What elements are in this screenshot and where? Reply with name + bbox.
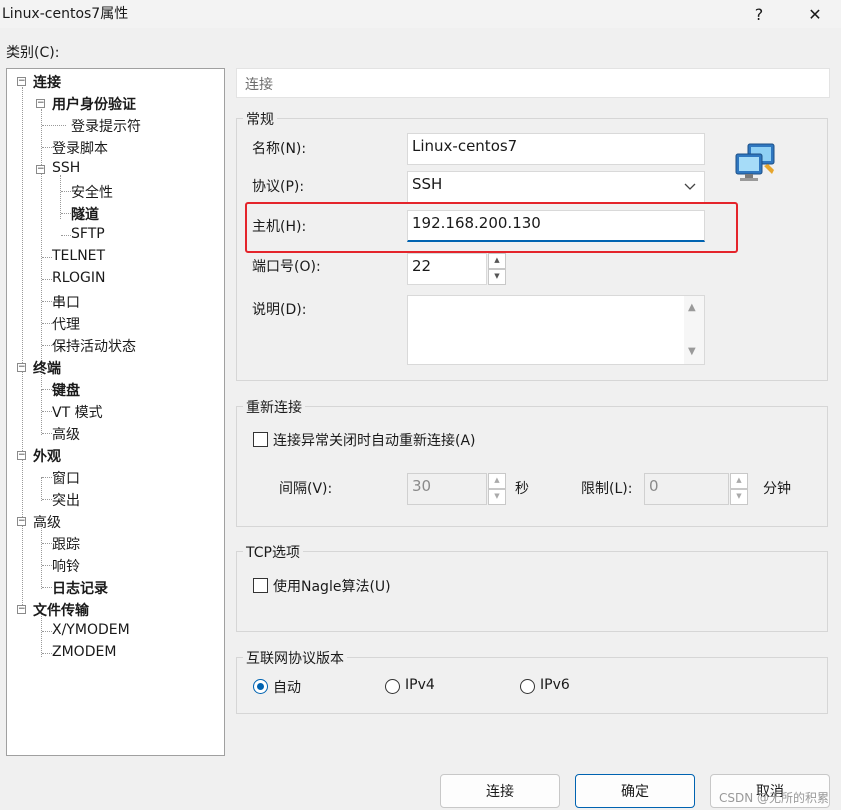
auto-reconnect-label[interactable]: 连接异常关闭时自动重新连接(A) xyxy=(273,430,476,450)
ipv6-radio[interactable] xyxy=(520,679,535,694)
close-button[interactable]: ✕ xyxy=(792,0,838,28)
general-group-title: 常规 xyxy=(243,109,277,129)
tree-item-trace[interactable]: 跟踪 xyxy=(52,534,80,554)
tree-item-serial[interactable]: 串口 xyxy=(52,292,80,312)
host-highlight-box xyxy=(245,202,738,253)
tree-item-window[interactable]: 窗口 xyxy=(52,468,80,488)
collapse-appearance-icon[interactable]: − xyxy=(17,451,26,460)
tree-item-advanced[interactable]: 高级 xyxy=(33,512,61,532)
tree-item-ssh[interactable]: SSH xyxy=(52,160,80,176)
close-icon: ✕ xyxy=(808,4,822,24)
window-title: Linux-centos7属性 xyxy=(2,6,129,22)
collapse-ssh-icon[interactable]: − xyxy=(36,165,45,174)
tree-item-security[interactable]: 安全性 xyxy=(71,182,113,202)
tree-item-logging[interactable]: 日志记录 xyxy=(52,578,108,598)
tree-item-user-auth[interactable]: 用户身份验证 xyxy=(52,94,136,114)
limit-label: 限制(L): xyxy=(581,481,633,497)
tree-item-file-transfer[interactable]: 文件传输 xyxy=(33,600,89,620)
tree-item-sftp[interactable]: SFTP xyxy=(71,226,105,242)
tcp-group-title: TCP选项 xyxy=(243,542,303,562)
connect-button[interactable]: 连接 xyxy=(440,774,560,808)
interval-label: 间隔(V): xyxy=(279,481,333,497)
title-bar: Linux-centos7属性 ? ✕ xyxy=(0,0,841,28)
tree-item-keepalive[interactable]: 保持活动状态 xyxy=(52,336,136,356)
name-field[interactable]: Linux-centos7 xyxy=(407,133,705,165)
tree-item-connection[interactable]: 连接 xyxy=(33,72,61,92)
tree-item-login-script[interactable]: 登录脚本 xyxy=(52,138,108,158)
reconnect-group xyxy=(236,406,828,527)
category-label: 类别(C): xyxy=(6,45,60,61)
tree-item-keyboard[interactable]: 键盘 xyxy=(52,380,80,400)
limit-unit: 分钟 xyxy=(763,481,791,497)
watermark: CSDN @无所的积累 xyxy=(718,791,829,805)
limit-stepper[interactable]: ▲ ▼ xyxy=(730,473,748,505)
name-label: 名称(N): xyxy=(252,141,307,157)
limit-field[interactable]: 0 xyxy=(644,473,729,505)
description-field[interactable] xyxy=(407,295,705,365)
collapse-advanced-icon[interactable]: − xyxy=(17,517,26,526)
tree-item-terminal[interactable]: 终端 xyxy=(33,358,61,378)
ipv4-label[interactable]: IPv4 xyxy=(405,677,435,693)
help-button[interactable]: ? xyxy=(736,0,782,28)
chevron-down-icon xyxy=(684,183,696,190)
limit-up-icon[interactable]: ▲ xyxy=(730,473,748,489)
tree-item-proxy[interactable]: 代理 xyxy=(52,314,80,334)
ip-auto-radio[interactable] xyxy=(253,679,268,694)
tree-item-terminal-advanced[interactable]: 高级 xyxy=(52,424,80,444)
collapse-connection-icon[interactable]: − xyxy=(17,77,26,86)
port-down-icon[interactable]: ▼ xyxy=(488,269,506,285)
port-field[interactable]: 22 xyxy=(407,253,487,285)
interval-down-icon[interactable]: ▼ xyxy=(488,489,506,505)
port-up-icon[interactable]: ▲ xyxy=(488,253,506,269)
scroll-up-icon[interactable]: ▲ xyxy=(688,302,696,313)
limit-down-icon[interactable]: ▼ xyxy=(730,489,748,505)
collapse-user-auth-icon[interactable]: − xyxy=(36,99,45,108)
interval-up-icon[interactable]: ▲ xyxy=(488,473,506,489)
ipv6-label[interactable]: IPv6 xyxy=(540,677,570,693)
tree-item-highlight[interactable]: 突出 xyxy=(52,490,80,510)
interval-unit: 秒 xyxy=(515,481,529,497)
ipv4-radio[interactable] xyxy=(385,679,400,694)
network-computers-icon xyxy=(734,142,778,184)
ip-auto-label[interactable]: 自动 xyxy=(273,677,301,697)
tree-item-xymodem[interactable]: X/YMODEM xyxy=(52,622,130,638)
port-label: 端口号(O): xyxy=(252,259,321,275)
collapse-file-transfer-icon[interactable]: − xyxy=(17,605,26,614)
scroll-down-icon[interactable]: ▼ xyxy=(688,346,696,357)
protocol-label: 协议(P): xyxy=(252,179,305,195)
description-scrollbar[interactable]: ▲ ▼ xyxy=(684,296,704,364)
panel-header: 连接 xyxy=(236,68,830,98)
tree-item-bell[interactable]: 响铃 xyxy=(52,556,80,576)
protocol-select[interactable]: SSH xyxy=(407,171,705,203)
interval-stepper[interactable]: ▲ ▼ xyxy=(488,473,506,505)
tree-item-appearance[interactable]: 外观 xyxy=(33,446,61,466)
protocol-value: SSH xyxy=(412,175,443,193)
auto-reconnect-checkbox[interactable] xyxy=(253,432,268,447)
interval-field[interactable]: 30 xyxy=(407,473,487,505)
tree-item-tunnel[interactable]: 隧道 xyxy=(71,204,99,224)
tree-item-telnet[interactable]: TELNET xyxy=(52,248,105,264)
ip-version-group-title: 互联网协议版本 xyxy=(243,648,347,668)
help-icon: ? xyxy=(754,4,764,24)
category-tree[interactable]: − − − − − − − 连接 用户身份验证 登录提示符 登录脚本 SSH 安… xyxy=(6,68,225,756)
panel-header-title: 连接 xyxy=(245,77,273,93)
nagle-checkbox[interactable] xyxy=(253,578,268,593)
tree-item-rlogin[interactable]: RLOGIN xyxy=(52,270,106,286)
tree-item-vt-mode[interactable]: VT 模式 xyxy=(52,402,103,422)
tree-item-login-prompt[interactable]: 登录提示符 xyxy=(71,116,141,136)
tree-item-zmodem[interactable]: ZMODEM xyxy=(52,644,116,660)
description-label: 说明(D): xyxy=(252,302,307,318)
ok-button[interactable]: 确定 xyxy=(575,774,695,808)
collapse-terminal-icon[interactable]: − xyxy=(17,363,26,372)
port-stepper[interactable]: ▲ ▼ xyxy=(488,253,506,285)
reconnect-group-title: 重新连接 xyxy=(243,397,305,417)
nagle-label[interactable]: 使用Nagle算法(U) xyxy=(273,576,391,596)
